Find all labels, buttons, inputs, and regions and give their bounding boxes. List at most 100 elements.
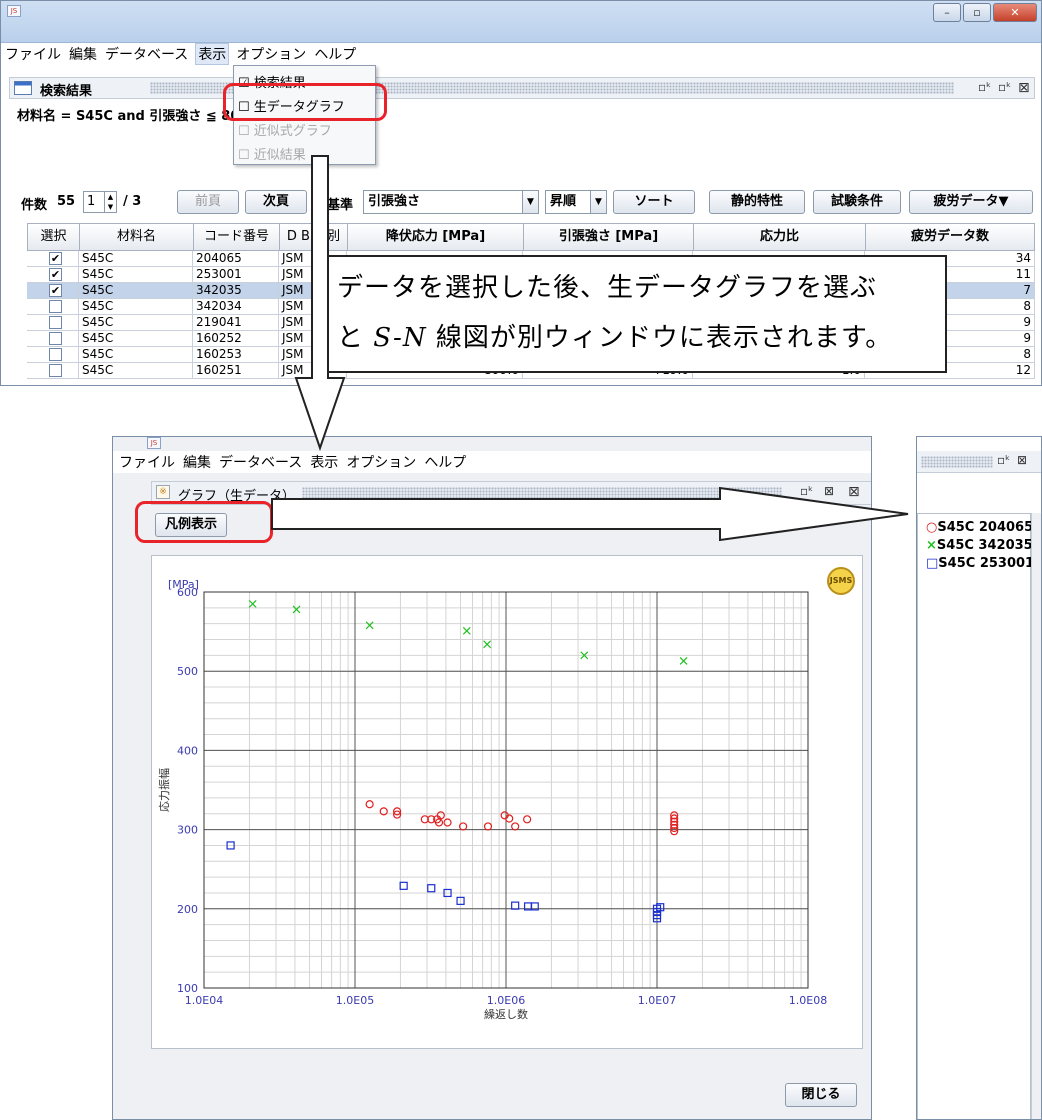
legend-label: S45C 204065 xyxy=(937,520,1034,535)
col-material[interactable]: 材料名 xyxy=(80,224,194,250)
iconify-icon[interactable]: ▫ᵏ xyxy=(978,80,991,94)
menu-item-label: 近似式グラフ xyxy=(253,124,332,139)
chevron-down-icon[interactable]: ▼ xyxy=(590,191,606,213)
sn-chart: 1.0E04 1.0E05 1.0E06 1.0E07 1.0E08 100 200 300 4… xyxy=(157,578,827,1021)
table-icon xyxy=(14,81,32,95)
row-checkbox[interactable]: ✔ xyxy=(49,252,62,265)
cell-material: S45C xyxy=(79,347,193,362)
legend-window: ▫ᵏ ⊠ ○S45C 204065 ×S45C 342035 □S45C 253… xyxy=(916,436,1042,1120)
page-spinner[interactable]: 1 ▲ ▼ xyxy=(83,191,117,213)
col-fatigue-count[interactable]: 疲労データ数 xyxy=(866,224,1034,250)
cell-material: S45C xyxy=(79,251,193,266)
col-code[interactable]: コード番号 xyxy=(194,224,280,250)
col-db-type[interactable]: D B 種別 xyxy=(280,224,348,250)
sort-button[interactable]: ソート xyxy=(613,190,695,214)
menu-item-approx-results: ☐ 近似結果 xyxy=(238,144,306,163)
y-axis-unit: [MPa] xyxy=(168,578,199,591)
maximize-button[interactable]: ▫ xyxy=(963,3,991,22)
data-point xyxy=(483,640,492,649)
callout-line-1: データを選択した後、生データグラフを選ぶ xyxy=(337,273,878,303)
internal-frame-titlebar: 検索結果 ▫ᵏ ▫ᵏ ⊠ xyxy=(9,77,1035,99)
close-window-button[interactable]: ✕ xyxy=(993,3,1037,22)
legend-scrollbar[interactable] xyxy=(1031,513,1041,1119)
col-select[interactable]: 選択 xyxy=(28,224,80,250)
legend-label: S45C 342035 xyxy=(936,538,1033,553)
x-axis-label: 繰返し数 xyxy=(484,1007,528,1021)
panel-title: 検索結果 xyxy=(40,84,93,99)
data-point xyxy=(292,605,301,614)
row-checkbox[interactable] xyxy=(49,364,62,377)
static-properties-button[interactable]: 静的特性 xyxy=(709,190,805,214)
iconify-icon[interactable]: ▫ᵏ xyxy=(997,453,1010,467)
menu-file[interactable]: ファイル xyxy=(119,452,175,472)
select-cell xyxy=(27,315,79,330)
restore-icon[interactable]: ⊠ xyxy=(1017,453,1027,467)
graph-menu-bar: ファイル 編集 データベース 表示 オプション ヘルプ xyxy=(113,451,871,473)
menu-edit[interactable]: 編集 xyxy=(183,452,211,472)
menu-options[interactable]: オプション xyxy=(346,452,416,472)
col-tensile[interactable]: 引張強さ [MPa] xyxy=(524,224,694,250)
close-button[interactable]: 閉じる xyxy=(785,1083,857,1107)
cell-material: S45C xyxy=(79,315,193,330)
minimize-button[interactable]: – xyxy=(933,3,961,22)
row-checkbox[interactable]: ✔ xyxy=(49,268,62,281)
data-point xyxy=(511,822,520,831)
data-point xyxy=(443,818,452,827)
count-value: 55 xyxy=(57,194,76,209)
menu-database[interactable]: データベース xyxy=(105,44,188,64)
row-checkbox[interactable] xyxy=(49,300,62,313)
graph-window: JS ファイル 編集 データベース 表示 オプション ヘルプ ※ グラフ（生デー… xyxy=(112,436,872,1120)
page-total: / 3 xyxy=(123,194,142,209)
menu-help[interactable]: ヘルプ xyxy=(424,452,466,472)
test-conditions-button[interactable]: 試験条件 xyxy=(813,190,901,214)
menu-options[interactable]: オプション xyxy=(236,44,306,64)
x-tick-label: 1.0E07 xyxy=(638,994,676,1007)
select-cell: ✔ xyxy=(27,283,79,298)
col-yield[interactable]: 降伏応力 [MPa] xyxy=(348,224,524,250)
checkbox-icon: ☐ xyxy=(238,124,250,139)
legend-item[interactable]: ×S45C 342035 xyxy=(926,538,1033,553)
menu-view[interactable]: 表示 xyxy=(195,43,230,65)
order-select[interactable]: 昇順 ▼ xyxy=(545,190,607,214)
legend-label: S45C 253001 xyxy=(938,556,1035,571)
menu-database[interactable]: データベース xyxy=(219,452,302,472)
data-point xyxy=(462,626,471,635)
x-tick-label: 1.0E08 xyxy=(789,994,827,1007)
menu-item-label: 近似結果 xyxy=(253,148,306,163)
select-cell xyxy=(27,299,79,314)
spinner-arrows-icon[interactable]: ▲ ▼ xyxy=(104,192,116,212)
graph-icon: ※ xyxy=(156,485,170,499)
legend-list: ○S45C 204065 ×S45C 342035 □S45C 253001 xyxy=(917,513,1034,1119)
cell-material: S45C xyxy=(79,267,193,282)
menu-view[interactable]: 表示 xyxy=(310,452,338,472)
close-frame-icon[interactable]: ⊠ xyxy=(848,484,860,500)
row-checkbox[interactable] xyxy=(49,348,62,361)
fatigue-data-button[interactable]: 疲労データ▼ xyxy=(909,190,1033,214)
y-tick-label: 300 xyxy=(177,824,198,837)
data-point xyxy=(399,881,408,890)
next-page-button[interactable]: 次頁 xyxy=(245,190,307,214)
menu-edit[interactable]: 編集 xyxy=(69,44,97,64)
legend-item[interactable]: ○S45C 204065 xyxy=(926,520,1033,535)
legend-item[interactable]: □S45C 253001 xyxy=(926,556,1034,571)
title-bar xyxy=(1,1,1041,43)
search-results-window: JS – ▫ ✕ ファイル 編集 データベース 表示 オプション ヘルプ 検索結… xyxy=(0,0,1042,386)
x-tick-label: 1.0E06 xyxy=(487,994,525,1007)
chevron-down-icon[interactable]: ▼ xyxy=(522,191,538,213)
sort-key-select[interactable]: 引張強さ ▼ xyxy=(363,190,539,214)
data-point xyxy=(365,621,374,630)
y-tick-label: 200 xyxy=(177,903,198,916)
table-header: 選択 材料名 コード番号 D B 種別 降伏応力 [MPa] 引張強さ [MPa… xyxy=(27,223,1035,251)
menu-file[interactable]: ファイル xyxy=(5,44,61,64)
row-checkbox[interactable] xyxy=(49,316,62,329)
restore-icon[interactable]: ⊠ xyxy=(824,484,834,498)
prev-page-button[interactable]: 前頁 xyxy=(177,190,239,214)
callout-italic: S-N xyxy=(373,323,427,353)
row-checkbox[interactable]: ✔ xyxy=(49,284,62,297)
restore-icon[interactable]: ▫ᵏ xyxy=(998,80,1011,94)
row-checkbox[interactable] xyxy=(49,332,62,345)
iconify-icon[interactable]: ▫ᵏ xyxy=(800,484,813,498)
menu-help[interactable]: ヘルプ xyxy=(314,44,356,64)
col-stress-ratio[interactable]: 応力比 xyxy=(694,224,866,250)
close-frame-icon[interactable]: ⊠ xyxy=(1018,80,1030,96)
